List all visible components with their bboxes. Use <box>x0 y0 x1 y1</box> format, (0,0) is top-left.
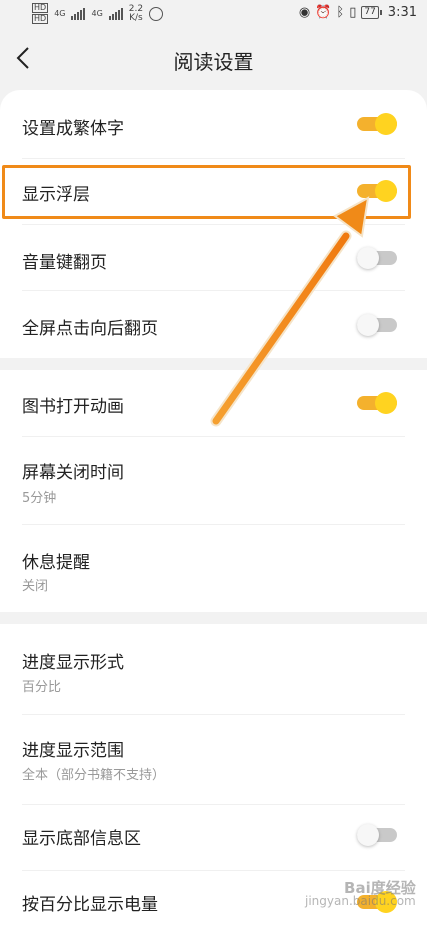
toggle-knob <box>375 180 397 202</box>
setting-show-overlay[interactable]: 显示浮层 <box>0 158 427 224</box>
sim1-label: HD <box>32 3 49 13</box>
signal-icon-2 <box>108 7 123 20</box>
vibrate-icon: ▯ <box>349 5 357 20</box>
setting-label: 屏幕关闭时间 <box>22 463 124 483</box>
setting-label: 图书打开动画 <box>22 397 124 417</box>
toggle-knob <box>375 113 397 135</box>
alarm-icon: ⏰ <box>315 5 332 20</box>
toggle-bottom-info[interactable] <box>357 824 397 846</box>
settings-section-1: 设置成繁体字 显示浮层 音量键翻页 全屏点击向后翻页 <box>0 90 427 358</box>
setting-fullscreen-tap[interactable]: 全屏点击向后翻页 <box>0 290 427 358</box>
setting-value: 关闭 <box>22 579 49 594</box>
network-type-2: 4G <box>91 9 103 18</box>
toggle-volume-key-page[interactable] <box>357 247 397 269</box>
setting-progress-range[interactable]: 进度显示范围 全本（部分书籍不支持） <box>0 714 427 804</box>
setting-value: 百分比 <box>22 680 62 695</box>
clock: 3:31 <box>387 5 417 20</box>
sim2-label: HD <box>32 14 49 24</box>
setting-bottom-info[interactable]: 显示底部信息区 <box>0 804 427 870</box>
setting-value: 5分钟 <box>22 491 57 506</box>
setting-label: 音量键翻页 <box>22 253 107 273</box>
network-speed: 2.2 K/s <box>129 4 143 23</box>
settings-section-2: 图书打开动画 屏幕关闭时间 5分钟 休息提醒 关闭 <box>0 370 427 612</box>
setting-label: 进度显示范围 <box>22 741 124 761</box>
setting-screen-off-time[interactable]: 屏幕关闭时间 5分钟 <box>0 436 427 524</box>
toggle-knob <box>375 392 397 414</box>
status-left: HD HD 4G 4G 2.2 K/s <box>32 3 164 24</box>
toggle-fullscreen-tap[interactable] <box>357 314 397 336</box>
header: 阅读设置 <box>0 28 427 88</box>
network-type-1: 4G <box>54 9 66 18</box>
battery-icon: 77 <box>361 6 383 19</box>
toggle-knob <box>357 314 379 336</box>
setting-label: 设置成繁体字 <box>22 119 124 139</box>
setting-rest-reminder[interactable]: 休息提醒 关闭 <box>0 524 427 612</box>
setting-label: 按百分比显示电量 <box>22 895 158 915</box>
status-right: ◉ ⏰ ᛒ ▯ 77 3:31 <box>299 5 417 20</box>
setting-volume-key-page[interactable]: 音量键翻页 <box>0 224 427 290</box>
setting-progress-format[interactable]: 进度显示形式 百分比 <box>0 624 427 714</box>
network-speed-unit: K/s <box>129 12 143 23</box>
setting-book-open-animation[interactable]: 图书打开动画 <box>0 370 427 436</box>
setting-traditional-chinese[interactable]: 设置成繁体字 <box>0 90 427 158</box>
toggle-knob <box>357 824 379 846</box>
setting-label: 进度显示形式 <box>22 653 124 673</box>
watermark-url: jingyan.baidu.com <box>305 894 416 908</box>
toggle-traditional-chinese[interactable] <box>357 113 397 135</box>
bluetooth-icon: ᛒ <box>336 5 345 20</box>
signal-icon <box>71 7 86 20</box>
toggle-book-open-animation[interactable] <box>357 392 397 414</box>
setting-label: 全屏点击向后翻页 <box>22 319 158 339</box>
setting-label: 显示浮层 <box>22 185 90 205</box>
eye-icon: ◉ <box>298 5 311 20</box>
setting-label: 休息提醒 <box>22 553 90 573</box>
setting-value: 全本（部分书籍不支持） <box>22 768 166 783</box>
status-bar: HD HD 4G 4G 2.2 K/s ◉ ⏰ ᛒ ▯ 77 3:31 <box>0 0 427 28</box>
setting-label: 显示底部信息区 <box>22 829 141 849</box>
watermark: Bai度经验 jingyan.baidu.com <box>305 881 416 908</box>
toggle-show-overlay[interactable] <box>357 180 397 202</box>
app-notification-icon <box>149 6 164 21</box>
page-title: 阅读设置 <box>173 50 254 74</box>
toggle-knob <box>357 247 379 269</box>
